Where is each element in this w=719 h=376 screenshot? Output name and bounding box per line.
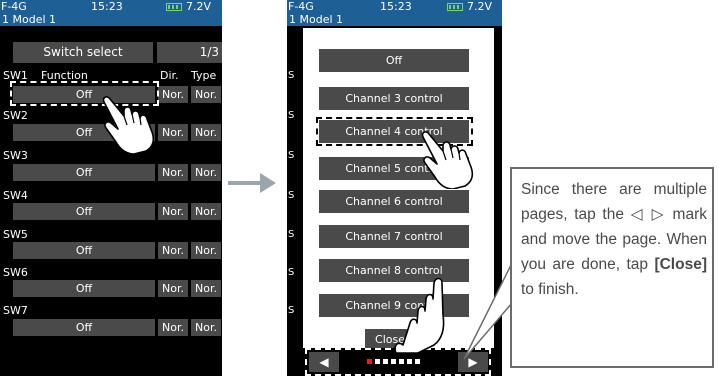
page-indicator-button[interactable]: 1/3 bbox=[157, 42, 222, 63]
type-button[interactable]: Nor. bbox=[191, 203, 221, 220]
switch-label: SW2 bbox=[3, 109, 28, 122]
clock: 15:23 bbox=[380, 0, 412, 13]
tapping-hand-icon bbox=[102, 96, 155, 154]
option-channel-7-button[interactable]: Channel 7 control bbox=[319, 225, 469, 248]
instruction-callout: Since there are multiple pages, tap the … bbox=[510, 167, 714, 368]
signal-label: F-4G bbox=[1, 0, 27, 13]
switch-select-screen: F-4G 15:23 7.2V 1 Model 1 Switch select … bbox=[0, 0, 222, 376]
function-button[interactable]: Off bbox=[13, 319, 155, 336]
background-sw-label: S bbox=[288, 305, 295, 316]
background-sw-label: S bbox=[288, 110, 295, 121]
direction-button[interactable]: Nor. bbox=[158, 280, 188, 297]
type-button[interactable]: Nor. bbox=[191, 124, 221, 141]
battery-voltage: 7.2V bbox=[186, 0, 212, 13]
type-button[interactable]: Nor. bbox=[191, 280, 221, 297]
background-sw-label: S bbox=[288, 267, 295, 278]
callout-text-end: to finish. bbox=[521, 281, 579, 298]
signal-label: F-4G bbox=[288, 0, 314, 13]
background-sw-label: S bbox=[288, 190, 295, 201]
pointing-hand-icon bbox=[394, 277, 445, 354]
tapping-hand-icon bbox=[421, 131, 474, 189]
direction-button[interactable]: Nor. bbox=[158, 242, 188, 259]
transition-arrow bbox=[228, 181, 262, 185]
callout-pointer bbox=[463, 263, 513, 360]
function-button[interactable]: Off bbox=[13, 164, 155, 181]
function-button[interactable]: Off bbox=[13, 280, 155, 297]
arrow-right-icon bbox=[260, 173, 276, 193]
background-sw-label: S bbox=[288, 150, 295, 161]
type-button[interactable]: Nor. bbox=[191, 86, 221, 103]
model-name-bar: 1 Model 1 bbox=[0, 14, 222, 26]
battery-icon bbox=[166, 3, 182, 11]
switch-label: SW7 bbox=[3, 304, 28, 317]
column-direction: Dir. bbox=[160, 69, 179, 82]
model-name: 1 Model 1 bbox=[289, 13, 344, 26]
background-sw-label: S bbox=[288, 229, 295, 240]
callout-close-word: [Close] bbox=[654, 256, 707, 273]
function-button[interactable]: Off bbox=[13, 242, 155, 259]
status-bar: F-4G 15:23 7.2V bbox=[0, 0, 222, 14]
model-name: 1 Model 1 bbox=[2, 13, 57, 26]
battery-voltage: 7.2V bbox=[467, 0, 493, 13]
type-button[interactable]: Nor. bbox=[191, 164, 221, 181]
switch-label: SW3 bbox=[3, 149, 28, 162]
switch-label: SW4 bbox=[3, 189, 28, 202]
model-name-bar: 1 Model 1 bbox=[287, 14, 502, 26]
direction-button[interactable]: Nor. bbox=[158, 319, 188, 336]
battery-icon bbox=[447, 3, 463, 11]
direction-button[interactable]: Nor. bbox=[158, 164, 188, 181]
switch-select-title: Switch select bbox=[13, 42, 153, 63]
option-off-button[interactable]: Off bbox=[319, 49, 469, 72]
function-button[interactable]: Off bbox=[13, 203, 155, 220]
option-channel-6-button[interactable]: Channel 6 control bbox=[319, 190, 469, 213]
callout-text: Since there are multiple pages, tap the … bbox=[521, 177, 707, 302]
background-sw-label: S bbox=[288, 70, 295, 81]
clock: 15:23 bbox=[91, 0, 123, 13]
switch-label: SW5 bbox=[3, 228, 28, 241]
option-channel-3-button[interactable]: Channel 3 control bbox=[319, 87, 469, 110]
direction-button[interactable]: Nor. bbox=[158, 203, 188, 220]
type-button[interactable]: Nor. bbox=[191, 242, 221, 259]
status-bar: F-4G 15:23 7.2V bbox=[287, 0, 502, 14]
column-type: Type bbox=[191, 69, 217, 82]
switch-label: SW6 bbox=[3, 266, 28, 279]
type-button[interactable]: Nor. bbox=[191, 319, 221, 336]
